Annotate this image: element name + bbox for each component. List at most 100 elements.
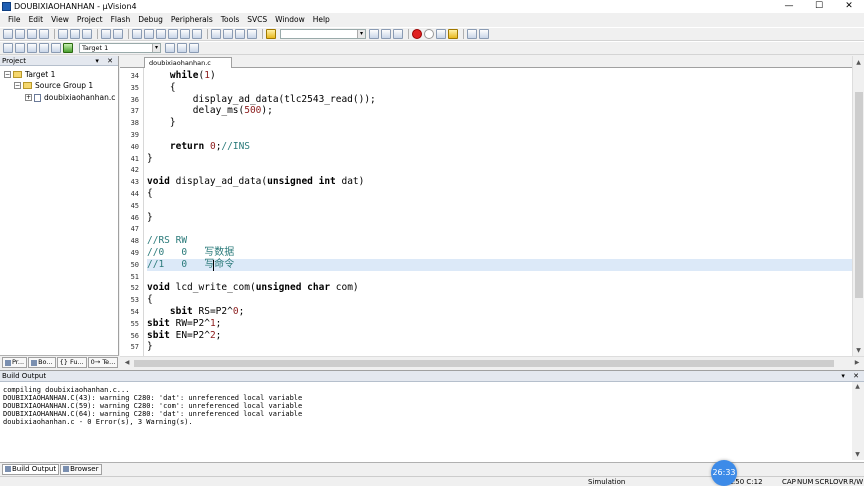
menu-edit[interactable]: Edit (25, 15, 48, 24)
editor-vertical-scrollbar[interactable]: ▲ ▼ (852, 56, 864, 356)
translate-icon[interactable] (3, 43, 13, 53)
undo-icon[interactable] (101, 29, 111, 39)
scroll-left-icon[interactable]: ◀ (122, 357, 132, 369)
cut-icon[interactable] (58, 29, 68, 39)
chevron-down-icon[interactable]: ▾ (357, 30, 365, 38)
manage-components-icon[interactable] (177, 43, 187, 53)
code-line[interactable]: void lcd_write_com(unsigned char com) (147, 282, 359, 294)
menu-flash[interactable]: Flash (107, 15, 135, 24)
target-options-icon[interactable] (165, 43, 175, 53)
new-file-icon[interactable] (3, 29, 13, 39)
code-line[interactable]: } (147, 153, 153, 165)
rebuild-icon[interactable] (27, 43, 37, 53)
save-icon[interactable] (27, 29, 37, 39)
indent-icon[interactable] (211, 29, 221, 39)
tree-source-group[interactable]: − Source Group 1 (14, 80, 93, 91)
menu-view[interactable]: View (47, 15, 73, 24)
paste-icon[interactable] (82, 29, 92, 39)
close-button[interactable]: ✕ (834, 0, 864, 13)
collapse-icon[interactable]: − (4, 71, 11, 78)
breakpoint-clear-icon[interactable] (436, 29, 446, 39)
menu-window[interactable]: Window (271, 15, 309, 24)
code-line[interactable]: { (147, 82, 176, 94)
prev-bookmark-icon[interactable] (168, 29, 178, 39)
menu-help[interactable]: Help (309, 15, 334, 24)
next-bookmark-icon[interactable] (180, 29, 190, 39)
breakpoint-kill-icon[interactable] (448, 29, 458, 39)
menu-file[interactable]: File (4, 15, 25, 24)
tab-templates[interactable]: 0→ Te... (87, 357, 119, 368)
code-line[interactable]: display_ad_data(tlc2543_read()); (147, 94, 376, 106)
code-line[interactable]: } (147, 212, 153, 224)
editor-horizontal-scrollbar[interactable]: ◀ ▶ (120, 356, 864, 369)
menu-peripherals[interactable]: Peripherals (167, 15, 217, 24)
nav-back-icon[interactable] (132, 29, 142, 39)
tab-books[interactable]: Bo... (28, 357, 56, 368)
tree-target[interactable]: − Target 1 (4, 69, 55, 80)
target-select[interactable]: Target 1 ▾ (79, 43, 161, 53)
build-icon[interactable] (15, 43, 25, 53)
configure-icon[interactable] (479, 29, 489, 39)
find-combo[interactable]: ▾ (280, 29, 366, 39)
collapse-icon[interactable]: − (14, 82, 21, 89)
scroll-up-icon[interactable]: ▲ (853, 58, 864, 68)
breakpoint-disable-icon[interactable] (424, 29, 434, 39)
scroll-right-icon[interactable]: ▶ (852, 357, 862, 369)
panel-pin-close-icon[interactable]: ▾ ✕ (841, 371, 862, 382)
clear-bookmarks-icon[interactable] (192, 29, 202, 39)
code-line[interactable]: while(1) (147, 70, 216, 82)
expand-icon[interactable]: + (25, 94, 32, 101)
code-line[interactable]: } (147, 117, 176, 129)
minimize-button[interactable]: — (774, 0, 804, 13)
unindent-icon[interactable] (223, 29, 233, 39)
editor-tab-file[interactable]: doubixiaohanhan.c (144, 57, 232, 68)
code-line[interactable]: return 0;//INS (147, 141, 250, 153)
code-line[interactable]: { (147, 188, 153, 200)
nav-forward-icon[interactable] (144, 29, 154, 39)
redo-icon[interactable] (113, 29, 123, 39)
maximize-button[interactable]: ☐ (804, 0, 834, 13)
scroll-thumb[interactable] (855, 92, 863, 298)
menu-svcs[interactable]: SVCS (243, 15, 271, 24)
tab-functions[interactable]: {} Fu... (56, 357, 87, 368)
debug-start-icon[interactable] (393, 29, 403, 39)
code-line[interactable]: { (147, 294, 153, 306)
scroll-up-icon[interactable]: ▲ (852, 382, 863, 392)
find-in-files-icon[interactable] (266, 29, 276, 39)
open-file-icon[interactable] (15, 29, 25, 39)
menu-project[interactable]: Project (73, 15, 107, 24)
download-icon[interactable] (63, 43, 73, 53)
code-line-current[interactable]: //1 0 写命令 (147, 258, 852, 271)
breakpoint-icon[interactable] (412, 29, 422, 39)
tab-project[interactable]: Pr... (2, 357, 28, 368)
code-line[interactable]: sbit RW=P2^1; (147, 318, 221, 330)
code-line[interactable]: sbit EN=P2^2; (147, 330, 221, 342)
window-layout-icon[interactable] (467, 29, 477, 39)
scroll-down-icon[interactable]: ▼ (852, 450, 863, 460)
scroll-down-icon[interactable]: ▼ (853, 346, 864, 356)
save-all-icon[interactable] (39, 29, 49, 39)
chevron-down-icon[interactable]: ▾ (152, 44, 160, 52)
copy-icon[interactable] (70, 29, 80, 39)
menu-debug[interactable]: Debug (134, 15, 167, 24)
comment-icon[interactable] (235, 29, 245, 39)
code-line[interactable]: //0 0 写数据 (147, 247, 234, 259)
menu-tools[interactable]: Tools (217, 15, 243, 24)
code-line[interactable]: delay_ms(500); (147, 105, 273, 117)
bookmark-icon[interactable] (156, 29, 166, 39)
stop-build-icon[interactable] (51, 43, 61, 53)
code-editor[interactable]: 34 35 36 37 38 39 40 41 42 43 44 45 46 47 48 49 50 51 52 53… (120, 68, 852, 356)
find-icon[interactable] (369, 29, 379, 39)
code-line[interactable]: } (147, 341, 153, 353)
tab-build-output[interactable]: Build Output (2, 463, 60, 475)
code-line[interactable]: void display_ad_data(unsigned int dat) (147, 176, 364, 188)
file-extensions-icon[interactable] (189, 43, 199, 53)
code-line[interactable]: //RS RW (147, 235, 187, 247)
code-line[interactable]: sbit RS=P2^0; (147, 306, 244, 318)
build-output-scrollbar[interactable]: ▲ ▼ (852, 382, 864, 460)
tab-browser[interactable]: Browser (60, 463, 102, 475)
incremental-find-icon[interactable] (381, 29, 391, 39)
batch-build-icon[interactable] (39, 43, 49, 53)
scroll-thumb[interactable] (134, 360, 834, 367)
tree-source-file[interactable]: + doubixiaohanhan.c (25, 92, 115, 103)
